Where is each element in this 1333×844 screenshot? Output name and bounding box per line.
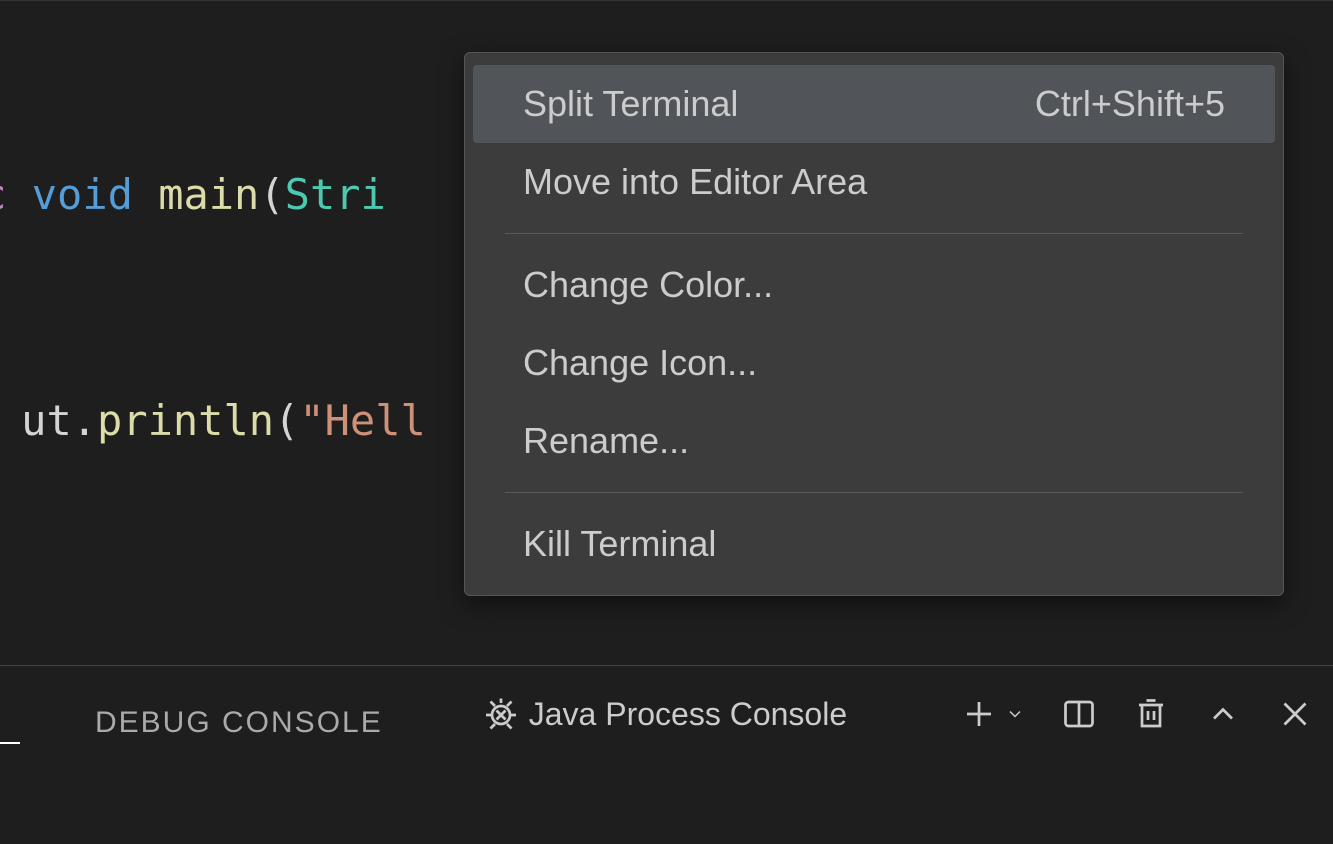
- code-token: Stri: [285, 170, 386, 219]
- code-token: ut: [21, 396, 72, 445]
- code-token: "Hell: [299, 396, 425, 445]
- menu-divider: [505, 233, 1243, 234]
- tab-debug-console[interactable]: DEBUG CONSOLE: [80, 696, 398, 750]
- code-token: println: [97, 396, 274, 445]
- menu-item-rename[interactable]: Rename...: [473, 402, 1275, 480]
- code-token: c: [0, 170, 6, 219]
- menu-item-label: Split Terminal: [523, 83, 738, 125]
- menu-item-change-color[interactable]: Change Color...: [473, 246, 1275, 324]
- menu-item-split-terminal[interactable]: Split Terminal Ctrl+Shift+5: [473, 65, 1275, 143]
- tab-active-indicator: [0, 722, 20, 744]
- menu-item-label: Kill Terminal: [523, 523, 716, 565]
- panel-actions: [961, 696, 1313, 732]
- code-token: .: [72, 396, 97, 445]
- close-icon[interactable]: [1277, 696, 1313, 732]
- code-token: void: [32, 170, 133, 219]
- menu-item-label: Move into Editor Area: [523, 161, 867, 203]
- trash-icon[interactable]: [1133, 696, 1169, 732]
- split-panel-icon[interactable]: [1061, 696, 1097, 732]
- menu-divider: [505, 492, 1243, 493]
- menu-item-move-into-editor[interactable]: Move into Editor Area: [473, 143, 1275, 221]
- chevron-down-icon[interactable]: [1005, 704, 1025, 724]
- code-token: main: [158, 170, 259, 219]
- debug-icon: [483, 697, 519, 733]
- chevron-up-icon[interactable]: [1205, 696, 1241, 732]
- terminal-name-label: Java Process Console: [529, 696, 847, 733]
- code-token: (: [259, 170, 284, 219]
- plus-icon: [961, 696, 997, 732]
- bottom-panel: DEBUG CONSOLE Java Process Console: [0, 665, 1333, 844]
- code-token: (: [274, 396, 299, 445]
- menu-item-label: Change Color...: [523, 264, 773, 306]
- menu-item-change-icon[interactable]: Change Icon...: [473, 324, 1275, 402]
- context-menu: Split Terminal Ctrl+Shift+5 Move into Ed…: [464, 52, 1284, 596]
- menu-item-shortcut: Ctrl+Shift+5: [1035, 83, 1225, 125]
- terminal-info[interactable]: Java Process Console: [483, 696, 847, 733]
- menu-item-label: Change Icon...: [523, 342, 757, 384]
- menu-item-kill-terminal[interactable]: Kill Terminal: [473, 505, 1275, 583]
- new-terminal-button[interactable]: [961, 696, 1025, 732]
- menu-item-label: Rename...: [523, 420, 689, 462]
